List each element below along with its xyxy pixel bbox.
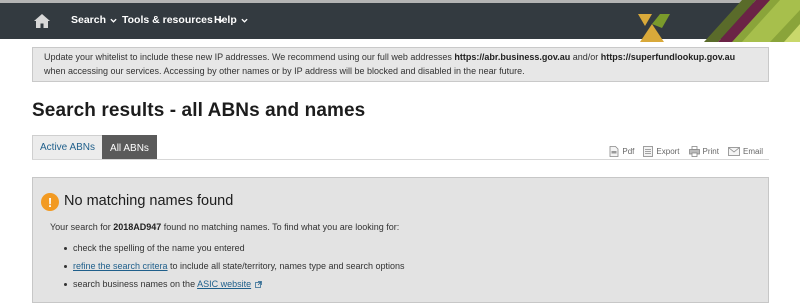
no-results-heading: No matching names found: [64, 193, 234, 209]
asic-website-link[interactable]: ASIC website: [197, 279, 251, 289]
nav-tools-label: Tools & resources: [122, 14, 213, 26]
print-icon: [688, 146, 700, 157]
notice-text-mid: and/or: [570, 52, 601, 62]
print-label: Print: [702, 147, 719, 156]
email-icon: [728, 147, 740, 156]
search-term: 2018AD947: [113, 222, 162, 232]
nav-search-label: Search: [71, 14, 107, 26]
nav-search-menu[interactable]: Search: [71, 14, 117, 26]
notice-text-start: Update your whitelist to include these n…: [44, 52, 455, 62]
notice-abr-url: https://abr.business.gov.au: [454, 52, 571, 62]
no-results-panel: ! No matching names found Your search fo…: [32, 177, 769, 303]
export-icon: [643, 146, 654, 157]
summary-text-end: found no matching names. To find what yo…: [161, 222, 400, 232]
tabs-divider: [32, 159, 769, 160]
pdf-button[interactable]: Pdf: [609, 146, 634, 157]
nav-tools-menu[interactable]: Tools & resources: [122, 14, 224, 26]
email-button[interactable]: Email: [728, 146, 763, 157]
results-tabs: Active ABNs All ABNs: [32, 135, 157, 160]
nav-help-label: Help: [214, 14, 237, 26]
export-button[interactable]: Export: [643, 146, 680, 157]
summary-text-start: Your search for: [50, 222, 114, 232]
external-link-icon: [255, 281, 262, 288]
tip-check-spelling: check the spelling of the name you enter…: [73, 243, 245, 253]
tab-active-abns[interactable]: Active ABNs: [32, 135, 104, 159]
list-item: search business names on the ASIC websit…: [64, 279, 405, 297]
home-icon: [34, 14, 50, 28]
warning-icon: !: [41, 193, 59, 211]
page-title: Search results - all ABNs and names: [32, 100, 366, 121]
tip-asic-text: search business names on the: [73, 279, 198, 289]
notice-superfund-url: https://superfundlookup.gov.au: [600, 52, 736, 62]
home-link[interactable]: [31, 10, 53, 32]
notice-text-end: when accessing our services. Accessing b…: [44, 65, 525, 76]
tab-all-abns[interactable]: All ABNs: [102, 135, 157, 160]
email-label: Email: [742, 147, 763, 156]
pdf-label: Pdf: [622, 147, 635, 156]
print-button[interactable]: Print: [688, 146, 719, 157]
chevron-down-icon: [110, 18, 117, 23]
tip-refine-rest: to include all state/territory, names ty…: [167, 261, 405, 271]
search-tips-list: check the spelling of the name you enter…: [64, 243, 405, 297]
nav-help-menu[interactable]: Help: [214, 14, 248, 26]
ip-whitelist-notice: Update your whitelist to include these n…: [32, 47, 769, 82]
pdf-icon: [609, 146, 619, 157]
list-item: refine the search critera to include all…: [64, 261, 405, 279]
list-item: check the spelling of the name you enter…: [64, 243, 405, 261]
search-summary: Your search for 2018AD947 found no match…: [50, 222, 399, 232]
brand-graphic: [630, 0, 800, 42]
export-label: Export: [656, 147, 680, 156]
chevron-down-icon: [241, 18, 248, 23]
refine-search-link[interactable]: refine the search critera: [73, 261, 168, 271]
export-actions: Pdf Export Print Email: [609, 146, 763, 157]
